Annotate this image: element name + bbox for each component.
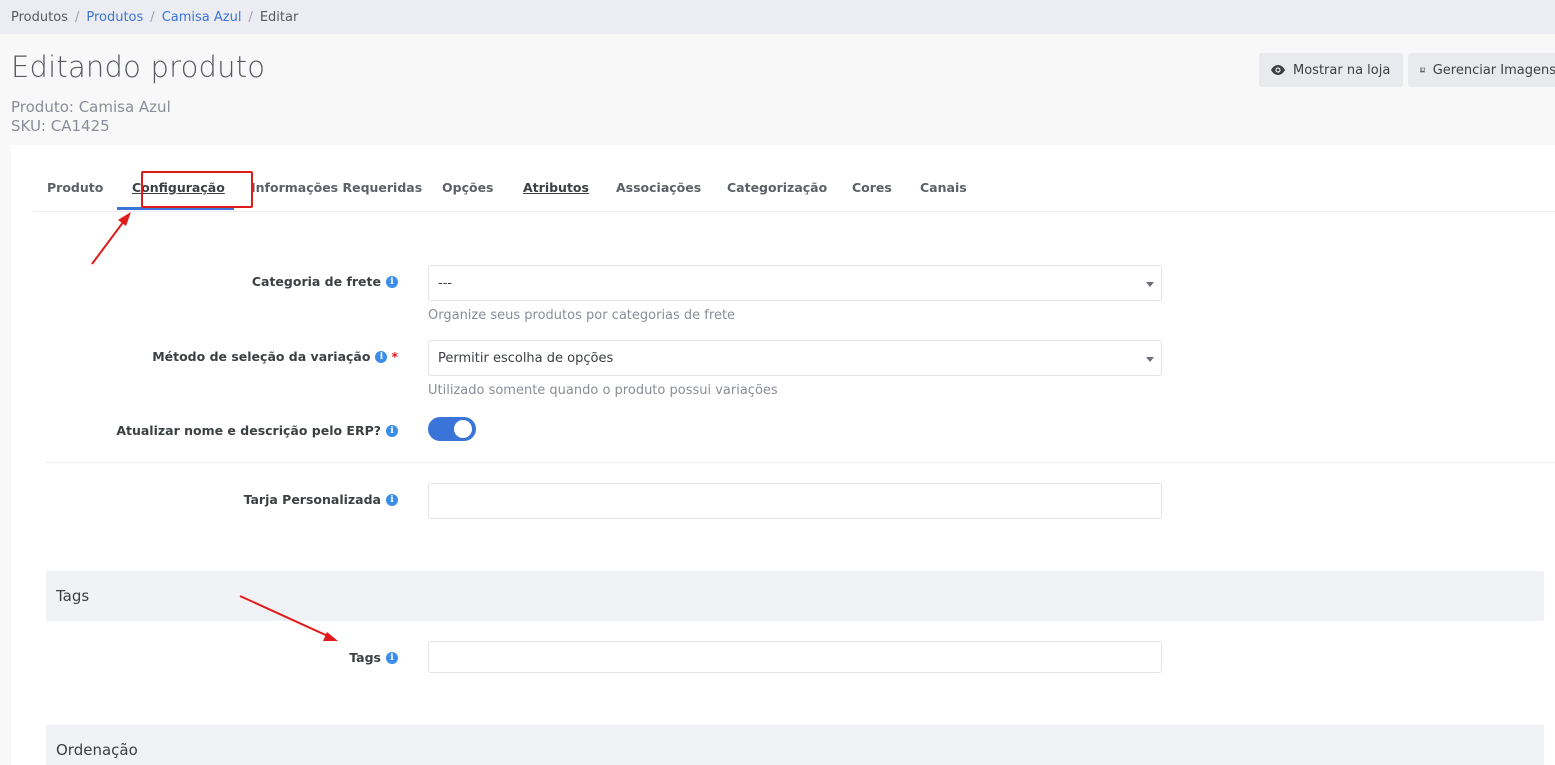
breadcrumb-current: Editar: [259, 9, 299, 25]
eye-icon: [1271, 65, 1285, 75]
product-name-line: Produto: Camisa Azul: [11, 98, 171, 116]
info-icon[interactable]: i: [386, 493, 398, 506]
toggle-knob: [454, 420, 472, 438]
shipping-category-select[interactable]: ---: [428, 265, 1162, 301]
tab-canais[interactable]: Canais: [920, 180, 967, 195]
section-divider: [46, 462, 1555, 463]
shipping-category-help: Organize seus produtos por categorias de…: [428, 308, 736, 323]
breadcrumb-link-product[interactable]: Camisa Azul: [162, 10, 242, 25]
breadcrumb-separator: /: [150, 9, 155, 25]
tab-opcoes[interactable]: Opções: [442, 180, 494, 195]
tags-section-title: Tags: [56, 587, 90, 605]
tab-bar: Produto Configuração Informações Requeri…: [33, 145, 1555, 212]
ordering-section-title: Ordenação: [56, 741, 138, 759]
page-title: Editando produto: [11, 50, 266, 84]
tab-produto[interactable]: Produto: [47, 180, 103, 195]
breadcrumb-item-produtos[interactable]: Produtos: [11, 10, 68, 25]
variation-method-label: Método de seleção da variação i *: [152, 349, 398, 364]
tab-categorizacao[interactable]: Categorização: [727, 180, 827, 195]
breadcrumb: Produtos / Produtos / Camisa Azul / Edit…: [0, 0, 1555, 34]
manage-images-button[interactable]: Gerenciar Imagens: [1408, 53, 1555, 87]
variation-method-help: Utilizado somente quando o produto possu…: [428, 383, 778, 398]
breadcrumb-link-produtos[interactable]: Produtos: [86, 10, 143, 25]
annotation-highlight-box: [141, 171, 253, 208]
erp-update-label-text: Atualizar nome e descrição pelo ERP?: [116, 423, 381, 438]
variation-method-label-text: Método de seleção da variação: [152, 349, 371, 364]
show-in-store-button[interactable]: Mostrar na loja: [1259, 53, 1403, 87]
shipping-category-label-text: Categoria de frete: [251, 274, 381, 289]
tags-input[interactable]: [428, 641, 1162, 673]
product-edit-card: Produto Configuração Informações Requeri…: [11, 145, 1555, 765]
breadcrumb-separator: /: [74, 9, 80, 25]
image-icon: [1420, 67, 1425, 73]
chevron-down-icon: [1146, 282, 1154, 287]
custom-stripe-input[interactable]: [428, 483, 1162, 519]
ordering-section-header: Ordenação: [46, 725, 1544, 765]
tags-label: Tags i: [349, 650, 398, 665]
erp-update-toggle[interactable]: [428, 417, 476, 441]
shipping-category-value: ---: [438, 275, 453, 291]
tab-atributos[interactable]: Atributos: [523, 180, 589, 195]
chevron-down-icon: [1146, 357, 1154, 362]
erp-update-label: Atualizar nome e descrição pelo ERP? i: [116, 423, 398, 438]
info-icon[interactable]: i: [375, 350, 388, 363]
shipping-category-label: Categoria de frete i: [252, 274, 398, 289]
custom-stripe-label: Tarja Personalizada i: [244, 492, 398, 507]
tags-section-header: Tags: [46, 571, 1544, 621]
info-icon[interactable]: i: [386, 424, 398, 437]
product-sku-line: SKU: CA1425: [11, 117, 110, 135]
custom-stripe-label-text: Tarja Personalizada: [243, 492, 381, 507]
required-marker: *: [391, 349, 398, 364]
variation-method-value: Permitir escolha de opções: [438, 350, 614, 366]
tags-label-text: Tags: [349, 650, 381, 665]
manage-images-label: Gerenciar Imagens: [1432, 62, 1555, 78]
show-in-store-label: Mostrar na loja: [1293, 62, 1391, 78]
tab-associacoes[interactable]: Associações: [616, 180, 701, 195]
variation-method-select[interactable]: Permitir escolha de opções: [428, 340, 1162, 376]
info-icon[interactable]: i: [386, 275, 398, 288]
breadcrumb-separator: /: [248, 9, 253, 25]
tab-cores[interactable]: Cores: [852, 180, 892, 195]
tab-informacoes-requeridas[interactable]: Informações Requeridas: [251, 180, 422, 195]
info-icon[interactable]: i: [386, 651, 398, 664]
